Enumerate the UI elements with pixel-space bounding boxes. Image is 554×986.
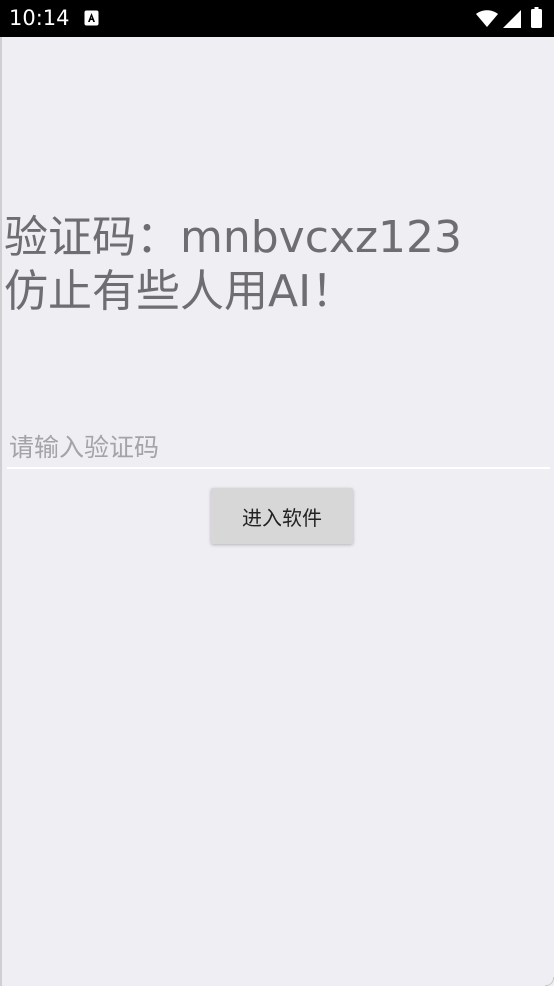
verification-code-line: 验证码：mnbvcxz123 [4,212,463,263]
signal-icon [503,10,521,28]
wifi-icon [476,10,498,27]
main-content: 验证码：mnbvcxz123 仿止有些人用AI！ 进入软件 [0,37,554,986]
enter-app-button[interactable]: 进入软件 [211,488,353,544]
status-time: 10:14 [9,6,70,30]
window-corner [545,977,554,986]
verification-message: 验证码：mnbvcxz123 仿止有些人用AI！ [4,211,554,319]
battery-icon [531,7,542,28]
verification-code-input[interactable] [7,427,550,469]
status-bar: 10:14 [0,0,554,37]
notification-a-icon [84,10,99,26]
warning-line: 仿止有些人用AI！ [4,266,356,317]
